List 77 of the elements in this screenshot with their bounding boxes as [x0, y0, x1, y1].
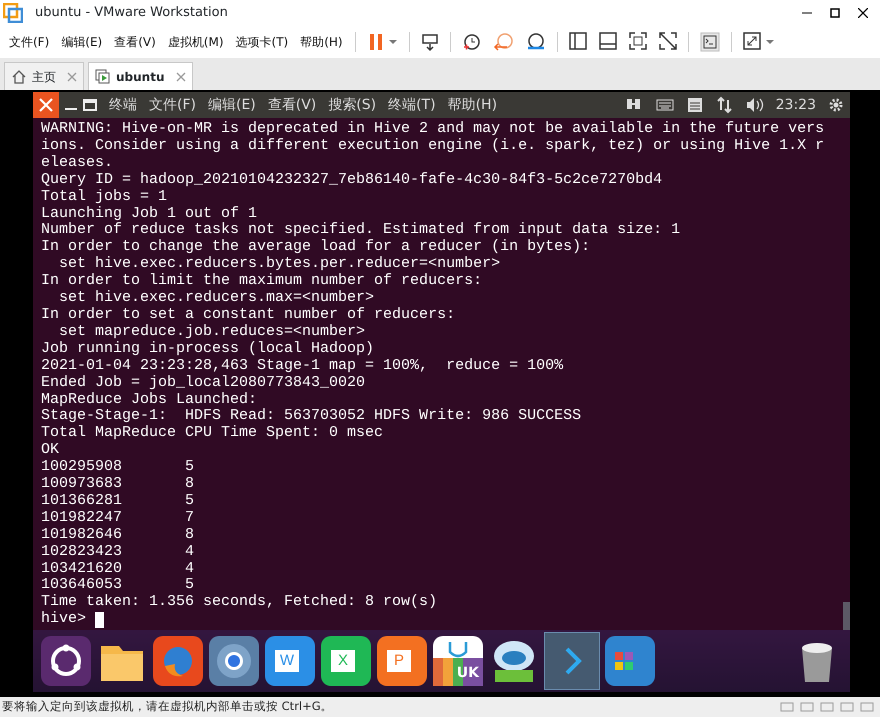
clock-text: 23:23 — [776, 96, 816, 114]
browser-icon[interactable] — [209, 636, 259, 686]
calendar-icon[interactable] — [686, 96, 704, 114]
panel-icon[interactable] — [598, 30, 618, 52]
menu-item[interactable]: 虚拟机(M) — [162, 32, 230, 50]
terminal-line: Time taken: 1.356 seconds, Fetched: 8 row(s) — [41, 594, 438, 611]
menu-item[interactable]: 文件(F) — [143, 94, 202, 116]
icon-label: P — [387, 650, 411, 672]
stretch-icon[interactable] — [742, 30, 776, 52]
terminal-line: Number of reduce tasks not specified. Estimated from input data size: 1 — [41, 222, 682, 239]
terminal-line: WARNING: Hive-on-MR is deprecated in Hive 2 and may not be available in the future vers — [41, 121, 826, 138]
status-text: 要将输入定向到该虚拟机，请在虚拟机内部单击或按 Ctrl+G。 — [2, 698, 333, 716]
menu-item[interactable]: 编辑(E) — [202, 94, 262, 116]
tab[interactable]: ubuntu — [88, 62, 192, 90]
terminal-line: Total MapReduce CPU Time Spent: 0 msec — [41, 425, 384, 442]
settings-icon[interactable] — [828, 97, 844, 113]
terminal-line: In order to change the average load for a reducer (in bytes): — [41, 239, 592, 256]
terminal-line: 101366281 5 — [41, 492, 196, 510]
terminal-line: set mapreduce.job.reduces=<number> — [58, 324, 366, 341]
fox-globe-icon[interactable] — [153, 636, 203, 686]
terminal-line: 101982247 7 — [41, 510, 196, 527]
menu-item[interactable]: 查看(V) — [108, 32, 162, 50]
terminal-line: Query ID = hadoop_20210104232327_7eb86140-fafe-4c30-84f3-5c2ce7270bd4 — [41, 172, 664, 189]
terminal-line: set hive.exec.reducers.bytes.per.reducer=<number> — [58, 256, 502, 273]
terminal-line: OK — [41, 442, 60, 460]
volume-icon[interactable] — [746, 96, 764, 114]
app-logo-icon — [3, 2, 23, 22]
terminal-line: Ended Job = job_local2080773843_0020 — [41, 374, 366, 392]
maximize-icon[interactable] — [830, 8, 840, 18]
vm-icon — [95, 68, 111, 84]
fullscreen-icon[interactable] — [628, 30, 648, 52]
app-grid-icon[interactable] — [605, 636, 655, 686]
terminal-line: eleases. — [41, 154, 114, 172]
window-title: ubuntu - VMware Workstation — [35, 4, 228, 22]
terminal-line: In order to limit the maximum number of reducers: — [41, 273, 484, 290]
menu-item[interactable]: 帮助(H) — [442, 94, 504, 116]
prompt-text: hive> — [41, 611, 86, 628]
icon-label: W — [275, 650, 299, 672]
terminal-line: Job running in-process (local Hadoop) — [41, 340, 376, 358]
menu-item[interactable]: 终端(T) — [382, 94, 442, 116]
terminal-line: 103646053 5 — [41, 577, 196, 594]
terminal-line: Launching Job 1 out of 1 — [41, 206, 258, 222]
transfer-icon[interactable] — [716, 96, 734, 114]
revert-icon[interactable] — [492, 30, 515, 52]
terminal-line: ions. Consider using a different execution engine (i.e. spark, tez) or using Hive 1.X r — [41, 138, 826, 155]
terminal-line: 102823423 4 — [41, 544, 196, 561]
icon-label: UK — [456, 664, 479, 683]
close-button[interactable] — [33, 92, 59, 118]
menu-item[interactable]: 帮助(H) — [294, 32, 349, 50]
terminal-line: Total jobs = 1 — [41, 188, 168, 206]
home-icon — [11, 68, 27, 84]
menu-item[interactable]: 文件(F) — [3, 32, 56, 50]
close-icon[interactable] — [858, 8, 868, 18]
icon-label: X — [331, 650, 355, 672]
terminal-line: Stage-Stage-1: HDFS Read: 563703052 HDFS Write: 986 SUCCESS — [41, 408, 582, 425]
unity-off-icon[interactable] — [658, 30, 678, 52]
menu-item[interactable]: 查看(V) — [262, 94, 322, 116]
terminal-line: 100973683 8 — [41, 476, 196, 493]
terminal-line: set hive.exec.reducers.max=<number> — [58, 290, 376, 307]
console-icon[interactable] — [698, 30, 721, 52]
text-cursor — [95, 612, 104, 628]
ubuntu-logo-icon[interactable] — [41, 636, 91, 686]
shopping-bag-icon[interactable]: UK — [433, 636, 483, 686]
menu-item[interactable]: 终端 — [103, 94, 143, 116]
terminal-line: 101982646 8 — [41, 526, 196, 544]
menu-item[interactable]: 编辑(E) — [55, 32, 108, 50]
terminal-icon[interactable] — [545, 633, 599, 689]
scrollbar-thumb[interactable] — [843, 602, 850, 630]
terminal-line: In order to set a constant number of reducers: — [41, 306, 456, 324]
menu-item[interactable]: 选项卡(T) — [230, 32, 294, 50]
terminal-line: 100295908 5 — [41, 459, 196, 476]
tab[interactable]: 主页 — [4, 62, 84, 90]
sidebar-icon[interactable] — [568, 30, 588, 52]
terminal-line: 2021-01-04 23:23:28,463 Stage-1 map = 100%, reduce = 100% — [41, 358, 564, 375]
terminal-line: MapReduce Jobs Launched: — [41, 392, 258, 408]
menu-item[interactable]: 搜索(S) — [322, 94, 382, 116]
terminal-line: 103421620 4 — [41, 560, 196, 578]
